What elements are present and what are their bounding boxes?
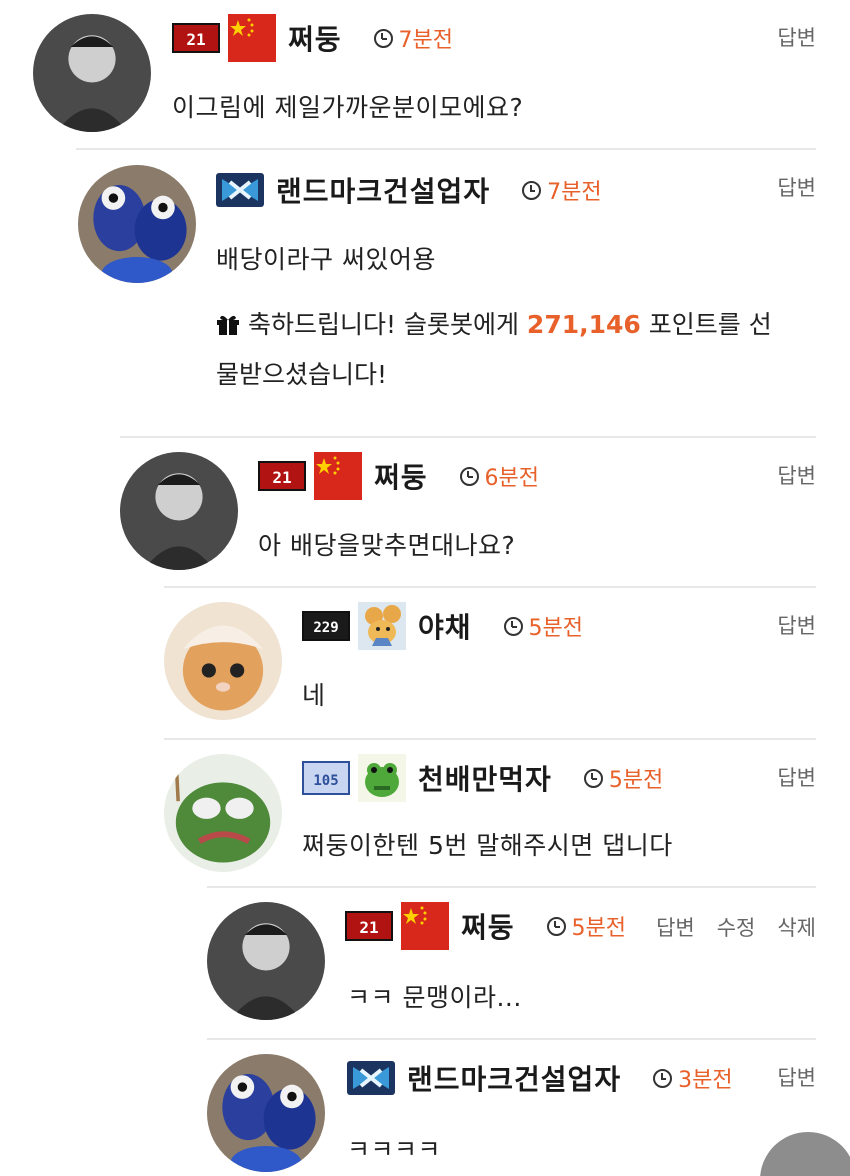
x-rank-badge	[216, 173, 264, 207]
timestamp: 7분전	[522, 174, 602, 206]
delete-button[interactable]: 삭제	[777, 912, 816, 942]
nickname[interactable]: 랜드마크건설업자	[407, 1058, 621, 1098]
timestamp: 5분전	[583, 762, 663, 794]
avatar-landmark[interactable]	[207, 1054, 325, 1172]
nickname[interactable]: 쩌둥	[374, 456, 428, 496]
comment-header: 21 쩌둥 5분전	[345, 902, 626, 950]
reply-button[interactable]: 답변	[777, 762, 816, 792]
comment-actions: 답변	[777, 1062, 816, 1092]
china-flag-icon	[314, 452, 362, 500]
gift-points: 271,146	[526, 310, 641, 339]
comment-6: 21 쩌둥 5분전 답변 수정 삭제 ㅋㅋ 문맹이라...	[207, 886, 816, 1038]
divider	[207, 886, 816, 888]
green-frog-icon	[358, 754, 406, 802]
nickname[interactable]: 쩌둥	[461, 906, 515, 946]
reply-button[interactable]: 답변	[777, 1062, 816, 1092]
timestamp: 5분전	[503, 610, 583, 642]
comment-3: 21 쩌둥 6분전 답변 아 배당을맞추면대나요?	[120, 436, 816, 586]
comment-text: 쩌둥이한텐 5번 말해주시면 댑니다	[302, 831, 673, 860]
divider	[120, 436, 816, 438]
nickname[interactable]: 쩌둥	[288, 18, 342, 58]
nickname[interactable]: 천배만먹자	[418, 758, 552, 798]
comment-header: 21 쩌둥 7분전	[172, 14, 453, 62]
china-flag-icon	[401, 902, 449, 950]
x-rank-badge	[347, 1061, 395, 1095]
level-21-badge: 21	[345, 911, 393, 941]
comment-actions: 답변 수정 삭제	[656, 912, 816, 942]
comment-actions: 답변	[777, 460, 816, 490]
comment-text: 배당이라구 써있어용	[216, 245, 436, 274]
avatar-mao[interactable]	[120, 452, 238, 570]
comment-text: ㅋㅋㅋㅋ	[347, 1135, 442, 1164]
clock-icon	[583, 768, 603, 788]
comment-header: 21 쩌둥 6분전	[258, 452, 539, 500]
svg-text:21: 21	[186, 30, 205, 49]
timestamp: 5분전	[546, 910, 626, 942]
level-229-badge: 229	[302, 611, 350, 641]
divider	[207, 1038, 816, 1040]
level-105-badge: 105	[302, 761, 350, 795]
comment-actions: 답변	[777, 172, 816, 202]
clock-icon	[653, 1068, 673, 1088]
level-21-badge: 21	[172, 23, 220, 53]
china-flag-icon	[228, 14, 276, 62]
avatar-pepe[interactable]	[164, 754, 282, 872]
comment-header: 랜드마크건설업자 7분전	[216, 170, 602, 210]
comment-header: 105 천배만먹자 5분전	[302, 754, 663, 802]
comment-text: ㅋㅋ 문맹이라...	[347, 983, 522, 1012]
level-21-badge: 21	[258, 461, 306, 491]
avatar-cat[interactable]	[164, 602, 282, 720]
timestamp: 6분전	[459, 460, 539, 492]
avatar-mao[interactable]	[33, 14, 151, 132]
timestamp: 3분전	[653, 1062, 733, 1094]
clock-icon	[459, 466, 479, 486]
comment-5: 105 천배만먹자 5분전 답변 쩌둥이한텐 5번 말해주시면 댑니다	[164, 738, 816, 886]
svg-text:21: 21	[359, 918, 378, 937]
mouse-character-icon	[358, 602, 406, 650]
clock-icon	[503, 616, 523, 636]
svg-text:229: 229	[313, 620, 338, 636]
clock-icon	[546, 916, 566, 936]
gift-notice-line1: 축하드립니다! 슬롯봇에게 271,146 포인트를 선	[216, 300, 816, 350]
divider	[76, 148, 816, 150]
scroll-top-button[interactable]	[760, 1132, 850, 1176]
svg-text:105: 105	[313, 773, 338, 789]
comment-text: 아 배당을맞추면대나요?	[258, 531, 516, 560]
clock-icon	[373, 28, 393, 48]
svg-text:21: 21	[272, 468, 291, 487]
edit-button[interactable]: 수정	[717, 912, 756, 942]
gift-notice-line2: 물받으셨습니다!	[216, 360, 388, 389]
reply-button[interactable]: 답변	[777, 22, 816, 52]
reply-button[interactable]: 답변	[777, 172, 816, 202]
avatar-landmark[interactable]	[78, 165, 196, 283]
reply-button[interactable]: 답변	[656, 912, 695, 942]
timestamp: 7분전	[373, 22, 453, 54]
divider	[164, 738, 816, 740]
nickname[interactable]: 랜드마크건설업자	[276, 170, 490, 210]
comment-actions: 답변	[777, 610, 816, 640]
clock-icon	[522, 180, 542, 200]
reply-button[interactable]: 답변	[777, 460, 816, 490]
comment-actions: 답변	[777, 762, 816, 792]
nickname[interactable]: 야채	[418, 606, 472, 646]
comment-header: 랜드마크건설업자 3분전	[347, 1058, 733, 1098]
divider	[164, 586, 816, 588]
comment-7: 랜드마크건설업자 3분전 답변 ㅋㅋㅋㅋ	[207, 1038, 850, 1176]
reply-button[interactable]: 답변	[777, 610, 816, 640]
comment-text: 이그림에 제일가까운분이모에요?	[172, 93, 524, 122]
comment-actions: 답변	[777, 22, 816, 52]
comment-header: 229 야채 5분전	[302, 602, 583, 650]
comment-4: 229 야채 5분전 답변 네	[164, 586, 816, 738]
comment-2: 랜드마크건설업자 7분전 답변 배당이라구 써있어용 축하드립니다! 슬롯봇에게…	[76, 148, 816, 436]
gift-icon	[217, 315, 239, 335]
comment-text: 네	[302, 681, 326, 710]
comment-1: 21 쩌둥 7분전 답변 이그림에 제일가까운분이모에요?	[30, 0, 816, 148]
gift-notice: 축하드립니다! 슬롯봇에게 271,146 포인트를 선 물받으셨습니다!	[216, 300, 816, 400]
avatar-mao[interactable]	[207, 902, 325, 1020]
